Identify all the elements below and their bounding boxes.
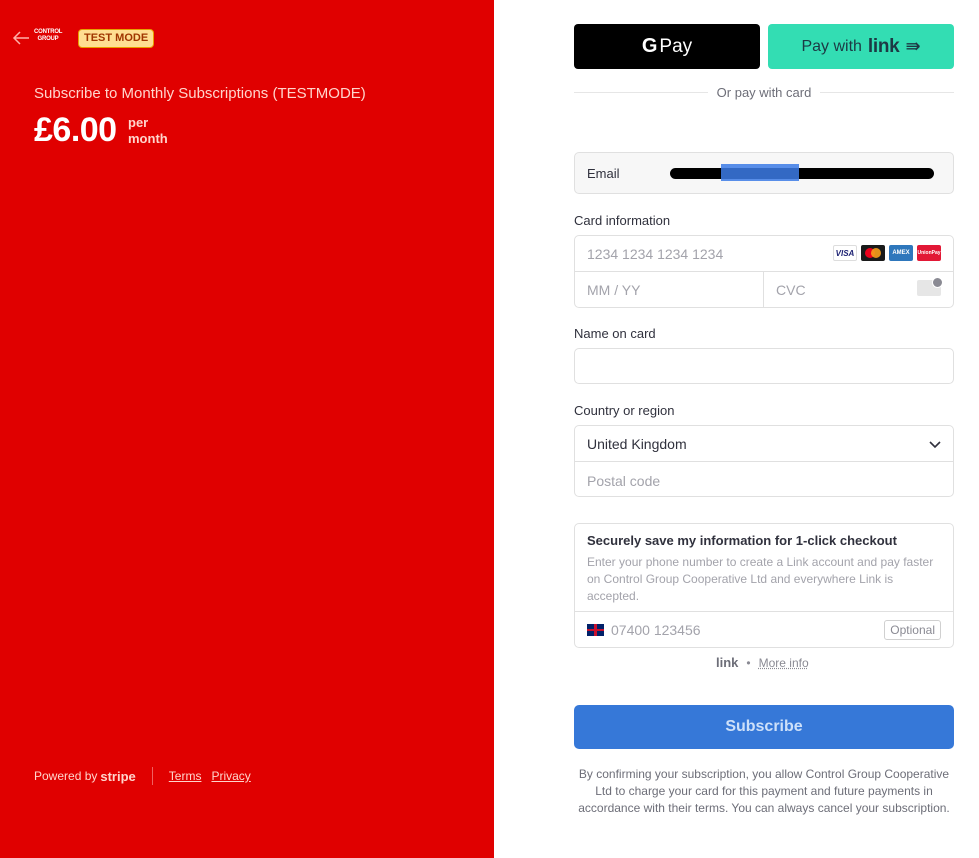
visa-icon: VISA: [833, 245, 857, 261]
card-brands: VISA AMEX UnionPay: [833, 245, 941, 261]
cvc-input[interactable]: CVC: [764, 272, 953, 307]
divider-text: Or pay with card: [716, 84, 812, 100]
price-period: per month: [128, 115, 168, 147]
name-on-card-label: Name on card: [574, 326, 656, 341]
period-line-2: month: [128, 131, 168, 146]
footer: Powered by stripe Terms Privacy: [34, 767, 261, 785]
link-arrow-icon: ⇛: [905, 36, 921, 56]
merchant-logo[interactable]: CONTROL GROUP: [34, 29, 62, 49]
product-title: Subscribe to Monthly Subscriptions (TEST…: [34, 85, 366, 102]
email-label: Email: [587, 165, 620, 181]
card-information-label: Card information: [574, 213, 671, 228]
phone-number-input[interactable]: 07400 123456 Optional: [575, 611, 953, 647]
name-on-card-input[interactable]: [574, 348, 954, 384]
chevron-down-icon: [929, 441, 941, 449]
link-logo: link: [867, 35, 900, 57]
link-save-info-box: Securely save my information for 1-click…: [574, 523, 954, 648]
text-selection-highlight: [721, 164, 799, 181]
more-info-link[interactable]: More info: [759, 656, 809, 670]
pay-with-link-button[interactable]: Pay with link ⇛: [768, 24, 954, 69]
link-info-row: link • More info: [716, 655, 809, 670]
expiry-input[interactable]: MM / YY: [575, 272, 764, 307]
or-pay-with-card-divider: Or pay with card: [574, 84, 954, 100]
google-g-icon: G: [641, 35, 658, 57]
country-region-label: Country or region: [574, 403, 675, 418]
footer-divider: [151, 767, 153, 785]
divider-line-left: [574, 91, 708, 93]
save-info-description: Enter your phone number to create a Link…: [587, 555, 934, 603]
uk-flag-icon[interactable]: [587, 624, 604, 636]
pay-with-label: Pay with: [801, 37, 862, 55]
privacy-link[interactable]: Privacy: [211, 769, 250, 783]
terms-link[interactable]: Terms: [169, 769, 202, 783]
google-pay-label: Pay: [659, 35, 693, 57]
redacted-email-value: [670, 168, 934, 179]
optional-badge: Optional: [884, 620, 941, 640]
divider-line-right: [820, 91, 954, 93]
card-number-input[interactable]: 1234 1234 1234 1234 VISA AMEX UnionPay: [575, 236, 953, 272]
order-summary-panel: CONTROL GROUP TEST MODE Subscribe to Mon…: [0, 0, 494, 858]
mastercard-icon: [861, 245, 885, 261]
price-amount: £6.00: [34, 111, 117, 149]
email-field[interactable]: Email: [574, 152, 954, 194]
cvc-card-icon: [917, 277, 943, 296]
unionpay-icon: UnionPay: [917, 245, 941, 261]
amex-icon: AMEX: [889, 245, 913, 261]
separator-dot: •: [746, 655, 751, 670]
subscribe-button[interactable]: Subscribe: [574, 705, 954, 749]
stripe-logo[interactable]: stripe: [100, 769, 135, 784]
powered-by-text: Powered by: [34, 769, 98, 783]
google-pay-button[interactable]: G Pay: [574, 24, 760, 69]
link-logo-small: link: [716, 655, 739, 670]
save-info-title: Securely save my information for 1-click…: [587, 533, 897, 548]
card-information-group: 1234 1234 1234 1234 VISA AMEX UnionPay M…: [574, 235, 954, 308]
subscription-legal-text: By confirming your subscription, you all…: [578, 767, 950, 815]
card-number-placeholder: 1234 1234 1234 1234: [587, 246, 724, 262]
cvc-placeholder: CVC: [776, 282, 806, 298]
period-line-1: per: [128, 115, 149, 130]
phone-placeholder: 07400 123456: [611, 622, 701, 638]
country-select[interactable]: United Kingdom: [575, 426, 953, 462]
expiry-placeholder: MM / YY: [587, 282, 641, 298]
postal-code-placeholder: Postal code: [587, 473, 661, 489]
country-region-group: United Kingdom Postal code: [574, 425, 954, 497]
test-mode-badge: TEST MODE: [78, 29, 155, 48]
back-arrow-icon[interactable]: [12, 30, 30, 46]
country-selected-value: United Kingdom: [587, 436, 687, 452]
